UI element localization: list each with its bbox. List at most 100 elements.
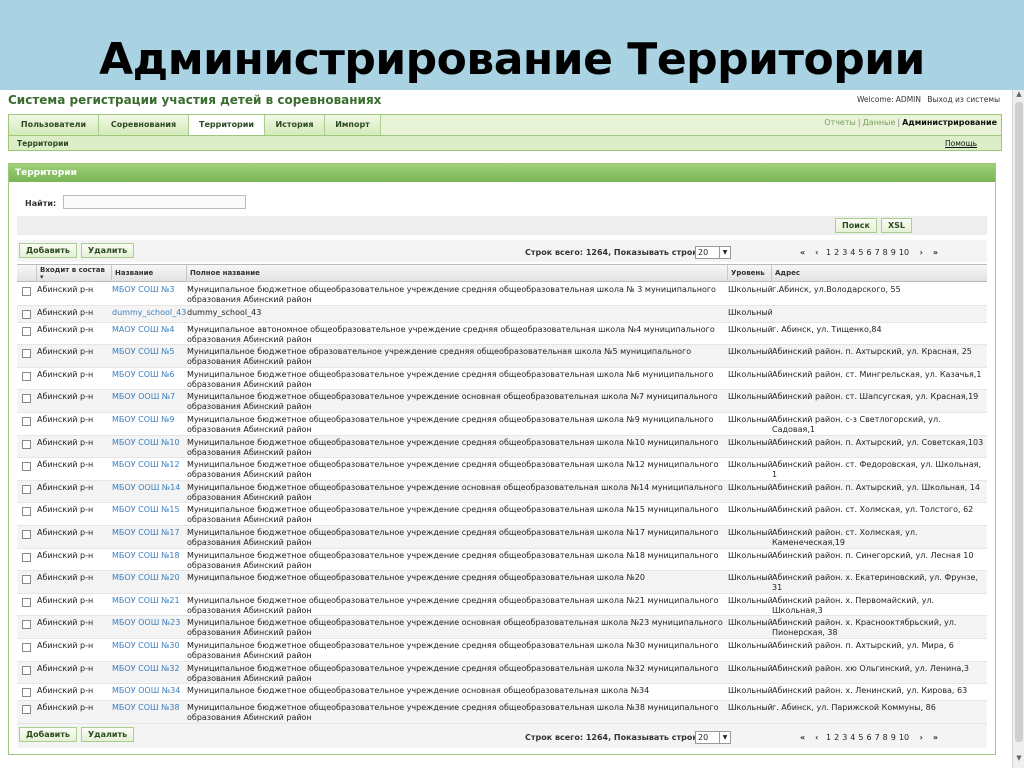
table-row[interactable]: Абинский р-н МБОУ СОШ №32 Муниципальное бю… (17, 661, 987, 685)
table-row[interactable]: Абинский р-н МБОУ СОШ №38 Муниципальное бю… (17, 701, 987, 724)
help-link[interactable]: Помощь (945, 139, 977, 148)
table-row[interactable]: Абинский р-н МБОУ ООШ №34 Муниципальное бю… (17, 684, 987, 702)
table-row[interactable]: Абинский р-н МБОУ СОШ №21 Муниципальное бю… (17, 594, 987, 617)
cell-name-link[interactable]: МБОУ СОШ №9 (112, 415, 186, 425)
row-checkbox[interactable] (22, 462, 31, 472)
delete-button-bottom[interactable]: Удалить (81, 727, 135, 742)
row-checkbox[interactable] (22, 439, 31, 449)
header-full-name[interactable]: Полное название (187, 265, 728, 282)
xsl-button[interactable]: XSL (881, 218, 913, 233)
search-button[interactable]: Поиск (835, 218, 877, 233)
cell-name-link[interactable]: МБОУ ООШ №34 (112, 686, 186, 696)
header-part-of[interactable]: Входит в состав ▾ (37, 265, 112, 282)
page-link[interactable]: 3 (842, 248, 847, 257)
tab-competitions[interactable]: Соревнования (99, 115, 189, 135)
page-link[interactable]: 5 (858, 733, 863, 742)
page-link[interactable]: 8 (883, 248, 888, 257)
row-checkbox[interactable] (22, 394, 31, 404)
last-page-button[interactable]: » (933, 248, 938, 257)
page-link[interactable]: 9 (891, 733, 896, 742)
prev-page-button[interactable]: ‹ (815, 248, 818, 257)
row-checkbox[interactable] (22, 530, 31, 539)
table-row[interactable]: Абинский р-н МБОУ ООШ №23 Муниципальное бю… (17, 616, 987, 639)
tab-import[interactable]: Импорт (325, 115, 381, 135)
add-button[interactable]: Добавить (19, 243, 77, 258)
table-row[interactable]: Абинский р-н МАОУ СОШ №4 Муниципальное авт… (17, 323, 987, 346)
cell-name-link[interactable]: МБОУ ООШ №14 (112, 483, 186, 493)
cell-name-link[interactable]: МБОУ СОШ №15 (112, 505, 186, 515)
row-checkbox[interactable] (22, 688, 31, 698)
table-row[interactable]: Абинский р-н МБОУ СОШ №3 Муниципальное бюд… (17, 283, 987, 306)
next-page-button[interactable]: › (920, 248, 923, 257)
table-row[interactable]: Абинский р-н dummy_school_43 dummy_school_… (17, 305, 987, 323)
rows-per-page-select-bottom[interactable]: 20 ▼ (695, 731, 731, 744)
table-row[interactable]: Абинский р-н МБОУ СОШ №17 Муниципальное бю… (17, 526, 987, 549)
table-row[interactable]: Абинский р-н МБОУ СОШ №12 Муниципальное бю… (17, 458, 987, 481)
first-page-button[interactable]: « (800, 248, 805, 257)
cell-name-link[interactable]: МБОУ СОШ №3 (112, 285, 186, 295)
next-page-button[interactable]: › (920, 733, 923, 742)
scroll-down-icon[interactable]: ▼ (1014, 754, 1024, 764)
page-link[interactable]: 2 (834, 733, 839, 742)
logout-link[interactable]: Выход из системы (927, 95, 1000, 104)
rows-per-page-select[interactable]: 20 ▼ (695, 246, 731, 259)
page-link[interactable]: 10 (899, 248, 909, 257)
row-checkbox[interactable] (22, 371, 31, 381)
row-checkbox[interactable] (22, 287, 31, 296)
page-link[interactable]: 1 (826, 733, 831, 742)
scroll-thumb[interactable] (1015, 102, 1023, 742)
cell-name-link[interactable]: МБОУ СОШ №21 (112, 596, 186, 606)
data-link[interactable]: Данные (863, 118, 896, 127)
search-input[interactable] (63, 195, 246, 209)
page-link[interactable]: 4 (850, 733, 855, 742)
page-link[interactable]: 9 (891, 248, 896, 257)
tab-territories[interactable]: Территории (189, 115, 265, 136)
cell-name-link[interactable]: МБОУ СОШ №5 (112, 347, 186, 357)
row-checkbox[interactable] (22, 552, 31, 562)
page-link[interactable]: 1 (826, 248, 831, 257)
cell-name-link[interactable]: МАОУ СОШ №4 (112, 325, 186, 335)
row-checkbox[interactable] (22, 507, 31, 517)
tab-users[interactable]: Пользователи (9, 115, 99, 135)
page-link[interactable]: 2 (834, 248, 839, 257)
header-level[interactable]: Уровень (728, 265, 772, 282)
cell-name-link[interactable]: МБОУ СОШ №10 (112, 438, 186, 448)
row-checkbox[interactable] (22, 643, 31, 652)
cell-name-link[interactable]: МБОУ ООШ №23 (112, 618, 186, 628)
page-link[interactable]: 7 (875, 248, 880, 257)
row-checkbox[interactable] (22, 597, 31, 607)
page-link[interactable]: 10 (899, 733, 909, 742)
first-page-button[interactable]: « (800, 733, 805, 742)
row-checkbox[interactable] (22, 620, 31, 630)
page-link[interactable]: 4 (850, 248, 855, 257)
cell-name-link[interactable]: МБОУ СОШ №38 (112, 703, 186, 713)
header-address[interactable]: Адрес (772, 265, 987, 282)
table-row[interactable]: Абинский р-н МБОУ СОШ №30 Муниципальное бю… (17, 639, 987, 662)
row-checkbox[interactable] (22, 665, 31, 675)
table-row[interactable]: Абинский р-н МБОУ ООШ №14 Муниципальное бю… (17, 480, 987, 504)
header-name[interactable]: Название (112, 265, 187, 282)
vertical-scrollbar[interactable]: ▲ ▼ (1012, 90, 1024, 768)
cell-name-link[interactable]: МБОУ СОШ №20 (112, 573, 186, 583)
row-checkbox[interactable] (22, 309, 31, 319)
delete-button[interactable]: Удалить (81, 243, 135, 258)
scroll-up-icon[interactable]: ▲ (1014, 90, 1024, 100)
cell-name-link[interactable]: МБОУ СОШ №17 (112, 528, 186, 538)
tab-history[interactable]: История (265, 115, 325, 135)
cell-name-link[interactable]: МБОУ СОШ №12 (112, 460, 186, 470)
table-row[interactable]: Абинский р-н МБОУ СОШ №9 Муниципальное бюд… (17, 413, 987, 436)
row-checkbox[interactable] (22, 417, 31, 426)
cell-name-link[interactable]: МБОУ СОШ №6 (112, 370, 186, 380)
table-row[interactable]: Абинский р-н МБОУ СОШ №10 Муниципальное бю… (17, 435, 987, 459)
table-row[interactable]: Абинский р-н МБОУ СОШ №15 Муниципальное бю… (17, 503, 987, 526)
cell-name-link[interactable]: МБОУ СОШ №32 (112, 664, 186, 674)
admin-link[interactable]: Администрирование (902, 118, 997, 127)
table-row[interactable]: Абинский р-н МБОУ СОШ №20 Муниципальное бю… (17, 571, 987, 594)
row-checkbox[interactable] (22, 349, 31, 359)
page-link[interactable]: 7 (875, 733, 880, 742)
page-link[interactable]: 6 (866, 248, 871, 257)
page-link[interactable]: 5 (858, 248, 863, 257)
row-checkbox[interactable] (22, 705, 31, 715)
table-row[interactable]: Абинский р-н МБОУ ООШ №7 Муниципальное бюд… (17, 390, 987, 413)
reports-link[interactable]: Отчеты (824, 118, 856, 127)
